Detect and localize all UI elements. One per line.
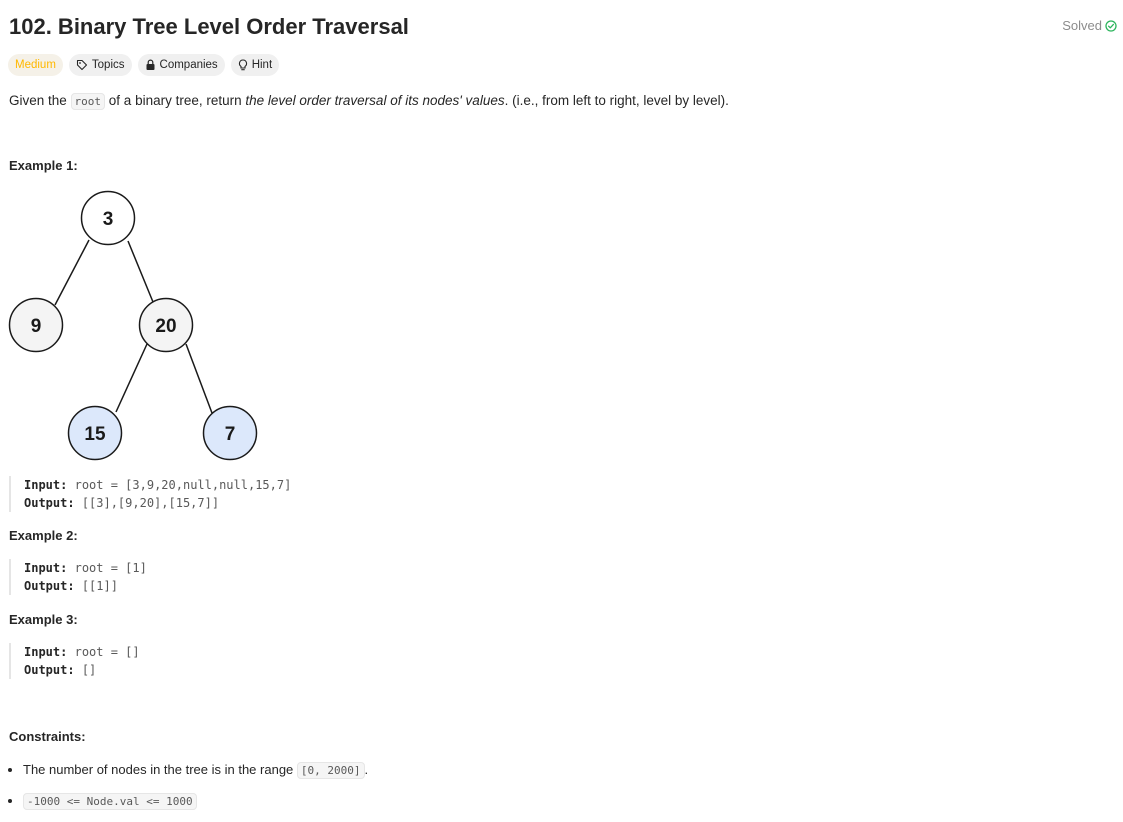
- tree-node-label: 7: [225, 424, 236, 445]
- example-3-block: Input: root = [] Output: []: [9, 643, 140, 679]
- example-1-block: Input: root = [3,9,20,null,null,15,7] Ou…: [9, 476, 291, 512]
- topics-button[interactable]: Topics: [68, 54, 132, 76]
- difficulty-label: Medium: [15, 59, 56, 71]
- desc-emphasis: the level order traversal of its nodes' …: [245, 93, 505, 108]
- desc-text: of a binary tree, return: [105, 93, 246, 108]
- tree-edge: [185, 343, 213, 414]
- companies-label: Companies: [159, 59, 218, 71]
- example-input-line: Input: root = []: [24, 643, 140, 661]
- topics-label: Topics: [91, 59, 125, 71]
- inline-code: -1000 <= Node.val <= 1000: [23, 793, 197, 810]
- example-output-line: Output: []: [24, 661, 140, 679]
- example-2-heading: Example 2:: [9, 528, 78, 543]
- output-value: [[3],[9,20],[15,7]]: [81, 496, 220, 510]
- inline-code: [0, 2000]: [296, 762, 365, 779]
- solved-label: Solved: [1062, 18, 1102, 33]
- output-value: [[1]]: [81, 579, 118, 593]
- desc-text: . (i.e., from left to right, level by le…: [504, 93, 729, 108]
- input-label: Input:: [24, 561, 68, 575]
- problem-title: 102. Binary Tree Level Order Traversal: [9, 14, 409, 39]
- desc-text: Given the: [9, 93, 71, 108]
- hint-button[interactable]: Hint: [230, 54, 280, 76]
- lock-icon: [146, 59, 155, 70]
- tree-edge: [54, 239, 90, 306]
- example-2-block: Input: root = [1] Output: [[1]]: [9, 559, 147, 595]
- example-3-heading: Example 3:: [9, 612, 78, 627]
- constraints-list: The number of nodes in the tree is in th…: [9, 760, 368, 822]
- tree-node-label: 3: [103, 209, 114, 230]
- tree-node-label: 9: [31, 316, 42, 337]
- example-1-heading: Example 1:: [9, 158, 78, 173]
- input-value: root = []: [74, 645, 140, 659]
- output-label: Output:: [24, 496, 75, 510]
- hint-label: Hint: [251, 59, 273, 71]
- lightbulb-icon: [238, 59, 247, 71]
- input-label: Input:: [24, 645, 68, 659]
- companies-button[interactable]: Companies: [137, 54, 225, 76]
- example-output-line: Output: [[3],[9,20],[15,7]]: [24, 494, 291, 512]
- tree-edge: [115, 343, 148, 413]
- difficulty-badge[interactable]: Medium: [8, 54, 63, 76]
- tag-icon: [76, 59, 87, 71]
- constraint-item: The number of nodes in the tree is in th…: [23, 760, 368, 781]
- input-value: root = [1]: [74, 561, 147, 575]
- binary-tree-diagram: 3 9 20 15 7: [8, 190, 258, 461]
- output-label: Output:: [24, 663, 75, 677]
- check-circle-icon: [1105, 19, 1117, 32]
- constraint-text: The number of nodes in the tree is in th…: [23, 762, 297, 777]
- problem-description: Given the root of a binary tree, return …: [9, 91, 729, 112]
- solved-status: Solved: [1062, 18, 1117, 33]
- output-value: []: [81, 663, 97, 677]
- tree-edge: [127, 240, 154, 303]
- constraint-text: .: [364, 762, 369, 777]
- inline-code-root: root: [70, 93, 106, 110]
- constraint-item: -1000 <= Node.val <= 1000: [23, 791, 368, 812]
- example-input-line: Input: root = [3,9,20,null,null,15,7]: [24, 476, 291, 494]
- output-label: Output:: [24, 579, 75, 593]
- tree-node-label: 15: [84, 424, 106, 445]
- example-input-line: Input: root = [1]: [24, 559, 147, 577]
- tag-bar: Medium Topics Companies Hint: [8, 54, 280, 76]
- input-label: Input:: [24, 478, 68, 492]
- tree-node-label: 20: [155, 316, 176, 337]
- example-output-line: Output: [[1]]: [24, 577, 147, 595]
- input-value: root = [3,9,20,null,null,15,7]: [74, 478, 292, 492]
- constraints-heading: Constraints:: [9, 729, 86, 744]
